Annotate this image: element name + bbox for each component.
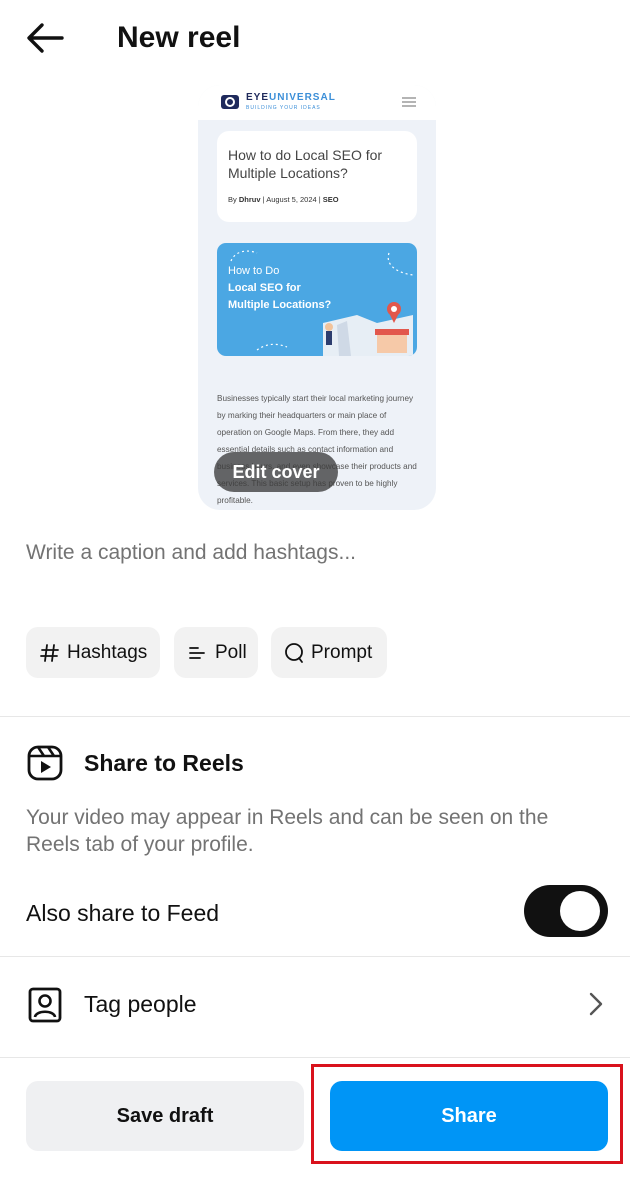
arrow-left-icon [27,23,64,53]
site-tagline: BUILDING YOUR IDEAS [246,105,321,111]
also-share-feed-label: Also share to Feed [26,900,220,926]
hashtag-icon [40,643,59,662]
preview-article-meta: By Dhruv | August 5, 2024 | SEO [228,195,339,204]
preview-article-card: How to do Local SEO for Multiple Locatio… [217,131,417,222]
share-to-reels-description: Your video may appear in Reels and can b… [26,806,549,856]
site-logo-icon [221,95,239,109]
divider [0,716,630,717]
poll-chip-label: Poll [215,641,247,663]
share-button[interactable]: Share [330,1081,608,1151]
preview-banner-line1: How to Do [228,265,280,277]
reel-preview[interactable]: EYEUNIVERSAL BUILDING YOUR IDEAS How to … [198,85,436,510]
prompt-chip[interactable]: Prompt [271,627,387,678]
preview-banner-line2: Local SEO for [228,282,301,294]
preview-banner: How to Do Local SEO for Multiple Locatio… [217,243,417,356]
hamburger-menu-icon [402,97,416,107]
site-brand: EYEUNIVERSAL [246,92,336,103]
poll-icon [189,646,205,659]
hashtags-chip[interactable]: Hashtags [26,627,160,678]
also-share-feed-toggle[interactable] [524,885,608,937]
tag-people-label: Tag people [84,991,197,1017]
prompt-icon [285,642,303,663]
hashtags-chip-label: Hashtags [67,641,148,663]
preview-site-header: EYEUNIVERSAL BUILDING YOUR IDEAS [198,85,436,120]
poll-chip[interactable]: Poll [174,627,258,678]
preview-banner-line3: Multiple Locations? [228,299,332,311]
preview-article-title: How to do Local SEO for Multiple Locatio… [228,147,383,181]
page-title: New reel [117,21,241,54]
back-button[interactable] [22,18,68,58]
divider [0,1057,630,1058]
reels-icon [27,745,63,781]
caption-input[interactable]: Write a caption and add hashtags... [26,536,586,570]
share-to-reels-title: Share to Reels [84,750,244,776]
tag-person-icon [28,987,62,1023]
header: New reel [0,0,630,78]
toggle-knob [560,891,600,931]
tag-people-row[interactable]: Tag people [0,960,630,1056]
prompt-chip-label: Prompt [311,641,373,663]
edit-cover-button[interactable]: Edit cover [214,452,338,492]
divider [0,956,630,957]
chevron-right-icon [589,992,603,1016]
save-draft-button[interactable]: Save draft [26,1081,304,1151]
